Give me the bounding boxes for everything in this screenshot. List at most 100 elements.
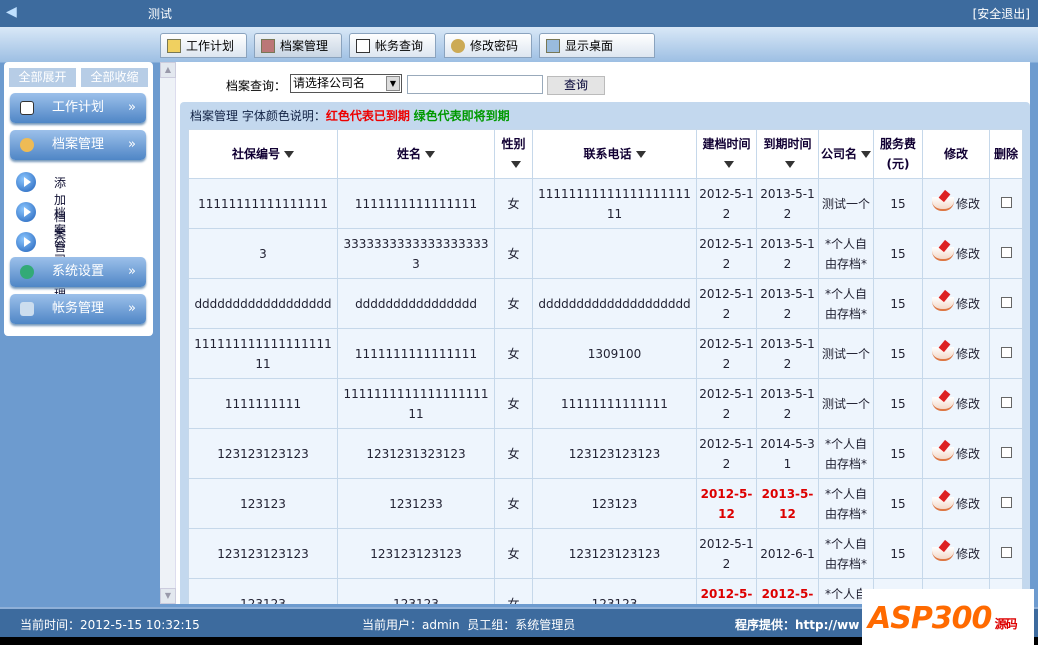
delete-checkbox[interactable]: [1000, 246, 1012, 258]
tab-records[interactable]: 档案管理: [254, 33, 342, 58]
tab-work-plan[interactable]: 工作计划: [160, 33, 247, 58]
expand-all-button[interactable]: 全部展开: [9, 68, 76, 87]
table-cell: 2013-5-12: [756, 178, 819, 229]
menu-accounts[interactable]: 帐务管理 »: [10, 294, 146, 324]
top-bar: ◀ 测试 [安全退出]: [0, 0, 1038, 27]
edit-link[interactable]: 修改: [922, 228, 990, 279]
menu-label: 帐务管理: [52, 301, 105, 316]
legend-prefix: 档案管理 字体颜色说明：: [190, 109, 326, 123]
table-cell: *个人自由存档*: [818, 228, 874, 279]
edit-link[interactable]: 修改: [922, 478, 990, 529]
menu-label: 档案管理: [52, 137, 105, 152]
edit-link[interactable]: 修改: [922, 178, 990, 229]
tab-label: 显示桌面: [565, 39, 614, 53]
column-header[interactable]: 到期时间: [756, 129, 819, 179]
chevron-icon: »: [128, 137, 136, 152]
table-cell: 111111111111111111111: [337, 378, 495, 429]
column-header: 删除: [989, 129, 1023, 179]
table-cell: 15: [873, 228, 923, 279]
table-cell: *个人自由存档*: [818, 278, 874, 329]
sort-icon[interactable]: [723, 161, 734, 168]
scroll-up-icon[interactable]: ▲: [160, 62, 176, 78]
table-cell: 3: [188, 228, 338, 279]
header-label: 服务费(元): [879, 137, 916, 171]
table-cell: 2013-5-12: [756, 378, 819, 429]
collapse-all-button[interactable]: 全部收缩: [81, 68, 148, 87]
menu-label: 系统设置: [52, 264, 105, 279]
list-icon: [20, 101, 34, 115]
edit-label: 修改: [955, 196, 980, 211]
clipboard-icon: [356, 38, 370, 53]
column-header[interactable]: 社保编号: [188, 129, 338, 179]
table-cell: dddddddddddddddd: [337, 278, 495, 329]
table-cell: 2012-5-12: [696, 478, 757, 529]
delete-checkbox[interactable]: [1000, 496, 1012, 508]
edit-link[interactable]: 修改: [922, 428, 990, 479]
tab-accounts[interactable]: 帐务查询: [349, 33, 436, 58]
collapse-arrow-icon[interactable]: ◀: [6, 4, 17, 20]
menu-records[interactable]: 档案管理 »: [10, 130, 146, 160]
sort-icon[interactable]: [425, 151, 435, 158]
records-table: 社保编号 姓名 性别 联系电话 建档时间 到期时间 公司名 服务费(元) 修改 删除 111111…: [188, 129, 1023, 604]
table-cell: 2012-5-12: [696, 278, 757, 329]
edit-link[interactable]: 修改: [922, 328, 990, 379]
column-header[interactable]: 联系电话: [532, 129, 697, 179]
delete-checkbox[interactable]: [1000, 546, 1012, 558]
menu-settings[interactable]: 系统设置 »: [10, 257, 146, 287]
table-cell: 测试一个: [818, 328, 874, 379]
table-cell: 123123: [337, 578, 495, 604]
table-cell: 33333333333333333333: [337, 228, 495, 279]
table-cell: 123123: [188, 478, 338, 529]
table-cell: 15: [873, 478, 923, 529]
delete-checkbox[interactable]: [1000, 396, 1012, 408]
content-area: ▲ ▼ 档案查询： 请选择公司名 ▼ 查询 档案管理 字体颜色说明：红色代表已到期…: [160, 62, 1030, 604]
tab-label: 帐务查询: [375, 39, 424, 53]
table-cell: 123123123123: [188, 528, 338, 579]
edit-link[interactable]: 修改: [922, 278, 990, 329]
search-input[interactable]: [407, 75, 543, 94]
edit-label: 修改: [955, 246, 980, 261]
column-header[interactable]: 公司名: [818, 129, 874, 179]
table-cell: 15: [873, 328, 923, 379]
logout-link[interactable]: [安全退出]: [973, 5, 1030, 22]
table-cell: 15: [873, 428, 923, 479]
column-header[interactable]: 姓名: [337, 129, 495, 179]
delete-checkbox-cell: [989, 278, 1023, 329]
tab-desktop[interactable]: 显示桌面: [539, 33, 655, 58]
edit-link[interactable]: 修改: [922, 528, 990, 579]
search-button[interactable]: 查询: [547, 76, 605, 95]
delete-checkbox[interactable]: [1000, 196, 1012, 208]
table-cell: 2012-5-12: [696, 328, 757, 379]
company-select[interactable]: 请选择公司名 ▼: [290, 74, 402, 93]
chevron-icon: »: [128, 264, 136, 279]
tab-password[interactable]: 修改密码: [444, 33, 532, 58]
sort-icon[interactable]: [784, 161, 795, 168]
column-header[interactable]: 建档时间: [696, 129, 757, 179]
sort-icon[interactable]: [861, 151, 871, 158]
table-cell: 2012-5-12: [696, 428, 757, 479]
person-icon: [261, 38, 275, 53]
column-header[interactable]: 性别: [494, 129, 533, 179]
table-cell: 1231233: [337, 478, 495, 529]
edit-icon: [931, 247, 954, 261]
sort-icon[interactable]: [635, 151, 646, 158]
sort-icon[interactable]: [284, 151, 294, 158]
edit-link[interactable]: 修改: [922, 378, 990, 429]
table-cell: 女: [494, 578, 533, 604]
delete-checkbox[interactable]: [1000, 446, 1012, 458]
table-cell: 15: [873, 378, 923, 429]
scroll-down-icon[interactable]: ▼: [160, 588, 176, 604]
key-icon: [451, 38, 465, 53]
sort-icon[interactable]: [510, 161, 521, 168]
table-cell: 2014-5-31: [756, 428, 819, 479]
vertical-scrollbar[interactable]: ▲ ▼: [160, 62, 176, 604]
edit-icon: [931, 297, 954, 311]
pen-icon: [20, 302, 34, 316]
table-cell: *个人自由存档*: [818, 428, 874, 479]
table-cell: 1309100: [532, 328, 697, 379]
table-cell: 女: [494, 528, 533, 579]
menu-work-plan[interactable]: 工作计划 »: [10, 93, 146, 123]
delete-checkbox[interactable]: [1000, 346, 1012, 358]
delete-checkbox-cell: [989, 378, 1023, 429]
delete-checkbox[interactable]: [1000, 296, 1012, 308]
